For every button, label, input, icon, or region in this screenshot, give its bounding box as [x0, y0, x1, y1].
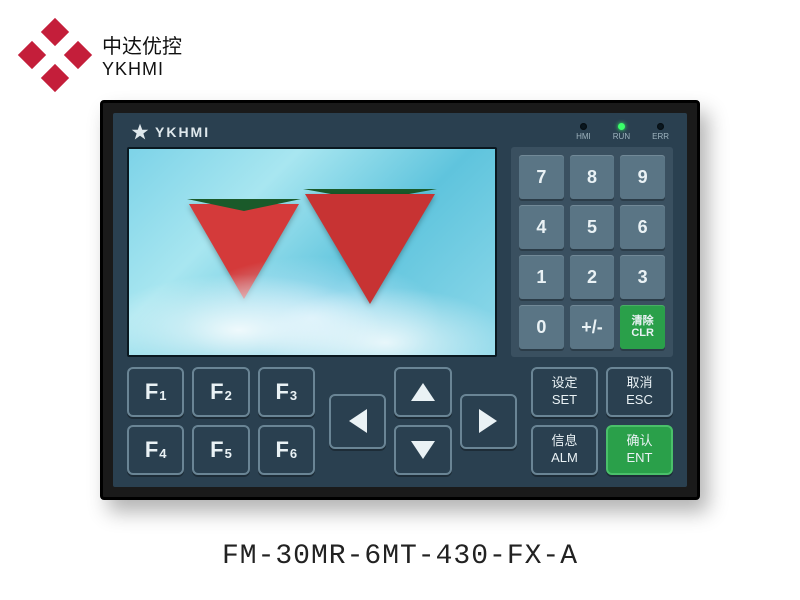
key-f5[interactable]: F5 — [192, 425, 249, 475]
model-number: FM-30MR-6MT-430-FX-A — [0, 541, 800, 572]
key-arrow-down[interactable] — [394, 425, 451, 475]
led-run-dot — [618, 123, 625, 130]
key-set-cn: 设定 — [551, 375, 577, 392]
key-3[interactable]: 3 — [620, 255, 665, 299]
logo-en: YKHMI — [102, 59, 182, 80]
key-ent-en: ENT — [627, 450, 653, 467]
arrow-up-icon — [411, 383, 435, 401]
key-f4[interactable]: F4 — [127, 425, 184, 475]
key-clear-en: CLR — [631, 327, 654, 339]
arrow-left-icon — [349, 409, 367, 433]
key-f6[interactable]: F6 — [258, 425, 315, 475]
key-esc-en: ESC — [626, 392, 653, 409]
led-err: ERR — [652, 123, 669, 141]
key-f2[interactable]: F2 — [192, 367, 249, 417]
key-2[interactable]: 2 — [570, 255, 615, 299]
lower-section: F1 F2 F3 F4 F5 F6 设定 SET 取消 — [127, 367, 673, 475]
led-run-label: RUN — [613, 132, 630, 141]
key-set-en: SET — [552, 392, 577, 409]
arrow-right-icon — [479, 409, 497, 433]
key-ent[interactable]: 确认 ENT — [606, 425, 673, 475]
action-keys: 设定 SET 取消 ESC 信息 ALM 确认 ENT — [531, 367, 673, 475]
led-hmi-dot — [580, 123, 587, 130]
key-0[interactable]: 0 — [519, 305, 564, 349]
star-logo-icon — [20, 20, 90, 90]
key-8[interactable]: 8 — [570, 155, 615, 199]
key-f1[interactable]: F1 — [127, 367, 184, 417]
key-clear-cn: 清除 — [632, 315, 654, 327]
led-err-dot — [657, 123, 664, 130]
device-panel: YKHMI HMI RUN ERR — [113, 113, 687, 487]
key-arrow-left[interactable] — [329, 394, 386, 449]
key-4[interactable]: 4 — [519, 205, 564, 249]
key-set[interactable]: 设定 SET — [531, 367, 598, 417]
arrow-keys — [329, 367, 517, 475]
key-alm-cn: 信息 — [551, 433, 577, 450]
key-6[interactable]: 6 — [620, 205, 665, 249]
key-plusminus[interactable]: +/- — [570, 305, 615, 349]
status-leds: HMI RUN ERR — [576, 123, 669, 141]
company-logo-block: 中达优控 YKHMI — [20, 20, 182, 90]
key-9[interactable]: 9 — [620, 155, 665, 199]
key-5[interactable]: 5 — [570, 205, 615, 249]
upper-section: 7 8 9 4 5 6 1 2 3 0 +/- 清除 CLR — [127, 147, 673, 357]
brand-text: YKHMI — [155, 124, 210, 140]
device-brand: YKHMI — [131, 123, 210, 141]
key-7[interactable]: 7 — [519, 155, 564, 199]
key-esc-cn: 取消 — [626, 375, 652, 392]
device-header: YKHMI HMI RUN ERR — [127, 121, 673, 147]
led-hmi: HMI — [576, 123, 591, 141]
key-alm[interactable]: 信息 ALM — [531, 425, 598, 475]
led-err-label: ERR — [652, 132, 669, 141]
arrow-down-icon — [411, 441, 435, 459]
logo-text: 中达优控 YKHMI — [102, 30, 182, 80]
key-alm-en: ALM — [551, 450, 578, 467]
numeric-keypad: 7 8 9 4 5 6 1 2 3 0 +/- 清除 CLR — [511, 147, 673, 357]
led-run: RUN — [613, 123, 630, 141]
key-esc[interactable]: 取消 ESC — [606, 367, 673, 417]
logo-cn: 中达优控 — [102, 30, 182, 59]
key-clear[interactable]: 清除 CLR — [620, 305, 665, 349]
key-1[interactable]: 1 — [519, 255, 564, 299]
key-arrow-right[interactable] — [460, 394, 517, 449]
led-hmi-label: HMI — [576, 132, 591, 141]
display-screen — [127, 147, 497, 357]
screen-splash-graphic — [129, 231, 495, 355]
brand-star-icon — [131, 123, 149, 141]
key-ent-cn: 确认 — [626, 433, 652, 450]
key-arrow-up[interactable] — [394, 367, 451, 417]
hmi-device: YKHMI HMI RUN ERR — [100, 100, 700, 500]
function-keys: F1 F2 F3 F4 F5 F6 — [127, 367, 315, 475]
key-f3[interactable]: F3 — [258, 367, 315, 417]
